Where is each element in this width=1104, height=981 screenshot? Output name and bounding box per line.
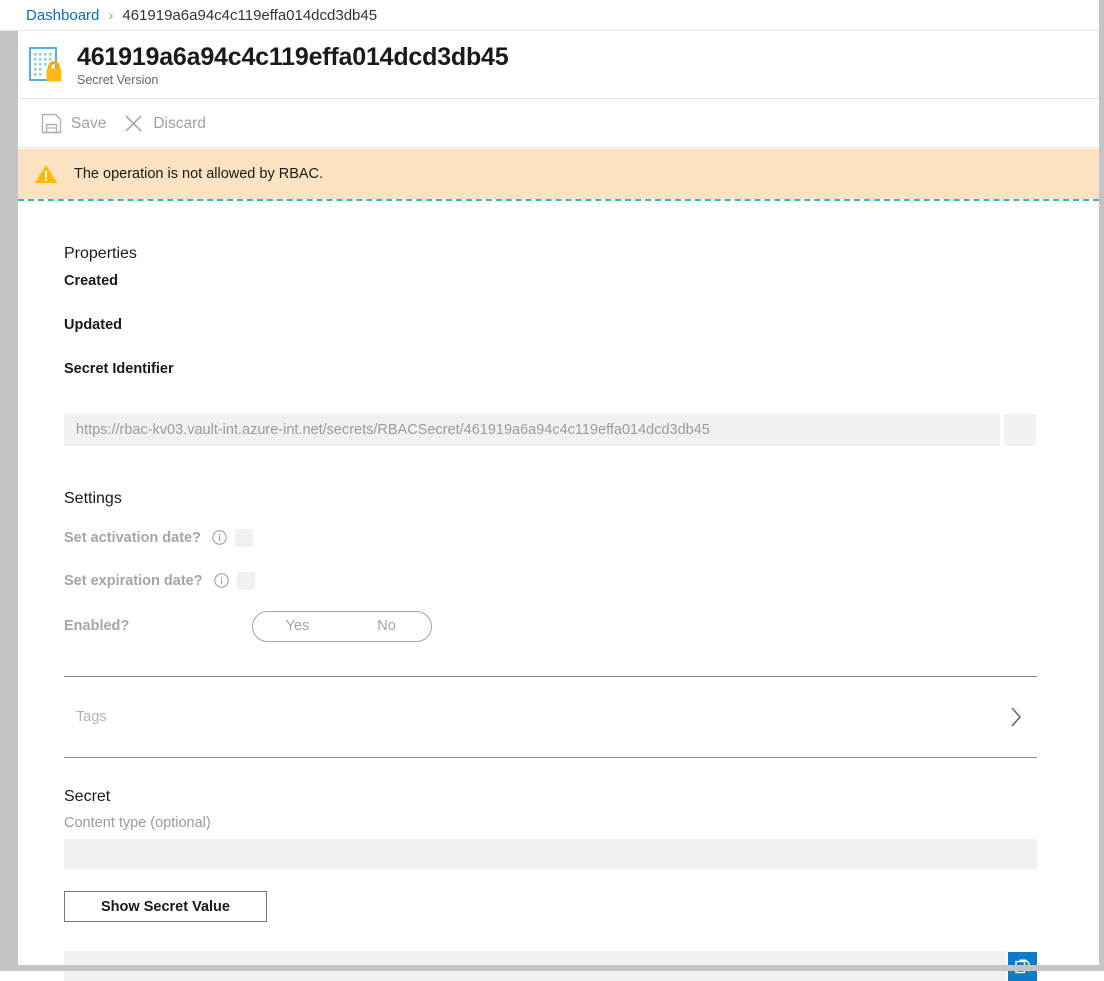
breadcrumb-current: 461919a6a94c4c119effa014dcd3db45 xyxy=(122,6,378,24)
key-vault-secret-icon xyxy=(25,43,69,87)
blade-title-group: 461919a6a94c4c119effa014dcd3db45 Secret … xyxy=(77,43,509,87)
blade-title-bar: 461919a6a94c4c119effa014dcd3db45 Secret … xyxy=(18,32,1099,99)
secret-identifier-row: Secret Identifier xyxy=(64,361,1053,405)
secret-version-blade: Dashboard › 461919a6a94c4c119effa014dcd3… xyxy=(0,0,1104,981)
page-subtitle: Secret Version xyxy=(77,73,159,87)
updated-label: Updated xyxy=(64,317,122,333)
expiration-date-checkbox[interactable] xyxy=(236,571,255,590)
info-circle-icon[interactable] xyxy=(212,530,227,545)
breadcrumb: Dashboard › 461919a6a94c4c119effa014dcd3… xyxy=(0,0,1104,31)
show-secret-value-button[interactable]: Show Secret Value xyxy=(64,891,267,922)
enabled-toggle[interactable]: Yes No xyxy=(252,610,432,642)
close-x-icon xyxy=(122,113,144,135)
secret-identifier-copy-button[interactable] xyxy=(1004,414,1036,446)
enabled-toggle-yes[interactable]: Yes xyxy=(253,612,342,641)
tags-bottom-divider xyxy=(64,757,1037,758)
updated-row: Updated xyxy=(64,317,1053,361)
activation-date-checkbox[interactable] xyxy=(234,528,253,547)
content-type-label: Content type (optional) xyxy=(64,815,211,831)
secret-identifier-field-row: https://rbac-kv03.vault-int.azure-int.ne… xyxy=(64,414,1053,446)
breadcrumb-dashboard-link[interactable]: Dashboard xyxy=(26,7,99,24)
activation-date-label: Set activation date? xyxy=(64,529,201,546)
rbac-warning-banner: The operation is not allowed by RBAC. xyxy=(18,149,1099,199)
blade-bottom-edge xyxy=(0,965,1104,971)
save-disk-icon xyxy=(40,113,62,135)
properties-heading: Properties xyxy=(64,245,137,262)
tags-block: Tags xyxy=(64,676,1037,758)
blade-content: Properties Created Updated Secret Identi… xyxy=(18,201,1099,981)
command-toolbar: Save Discard xyxy=(18,100,1099,148)
blade-left-gutter xyxy=(0,0,18,971)
secret-identifier-input[interactable]: https://rbac-kv03.vault-int.azure-int.ne… xyxy=(64,414,1000,446)
rbac-warning-message: The operation is not allowed by RBAC. xyxy=(74,166,324,182)
settings-heading: Settings xyxy=(64,490,122,507)
tags-label: Tags xyxy=(76,709,107,725)
expiration-date-label: Set expiration date? xyxy=(64,572,203,589)
created-label: Created xyxy=(64,273,118,289)
secret-heading: Secret xyxy=(64,788,111,805)
warning-triangle-icon xyxy=(34,162,58,186)
blade-right-edge xyxy=(1099,0,1104,971)
expiration-date-row: Set expiration date? xyxy=(64,559,1053,602)
activation-date-row: Set activation date? xyxy=(64,516,1053,559)
enabled-row: Enabled? Yes No xyxy=(64,604,1053,648)
chevron-right-icon xyxy=(1007,704,1025,730)
enabled-label: Enabled? xyxy=(64,618,130,634)
enabled-toggle-no[interactable]: No xyxy=(342,612,431,641)
save-button-label: Save xyxy=(71,114,107,132)
tags-row[interactable]: Tags xyxy=(64,677,1037,757)
content-type-input[interactable] xyxy=(64,839,1037,869)
created-row: Created xyxy=(64,273,1053,317)
breadcrumb-separator-icon: › xyxy=(108,6,114,24)
save-button[interactable]: Save xyxy=(34,107,116,141)
page-title: 461919a6a94c4c119effa014dcd3db45 xyxy=(77,43,509,71)
discard-button[interactable]: Discard xyxy=(116,107,216,141)
secret-identifier-label: Secret Identifier xyxy=(64,361,174,377)
info-circle-icon[interactable] xyxy=(213,573,229,588)
discard-button-label: Discard xyxy=(153,114,206,132)
